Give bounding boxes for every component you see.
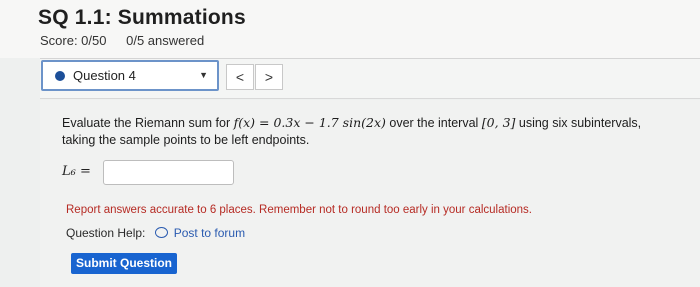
question-text-middle: over the interval <box>385 116 482 130</box>
post-to-forum-link[interactable]: Post to forum <box>174 226 245 240</box>
page-title: SQ 1.1: Summations <box>38 6 246 29</box>
function-expression: f(x) = 0.3x − 1.7 sin(2x) <box>233 115 386 130</box>
question-text-before: Evaluate the Riemann sum for <box>62 116 234 130</box>
accuracy-note: Report answers accurate to 6 places. Rem… <box>66 204 532 216</box>
question-help-label: Question Help: <box>66 226 146 240</box>
answered-count: 0/5 answered <box>126 33 205 48</box>
submit-question-button[interactable]: Submit Question <box>71 253 177 274</box>
prev-question-button[interactable]: < <box>226 64 254 90</box>
score-text: Score: 0/50 <box>40 33 107 48</box>
question-text: Evaluate the Riemann sum for f(x) = 0.3x… <box>62 114 662 149</box>
question-select[interactable]: Question 4 ▼ <box>41 60 219 91</box>
status-dot-icon <box>55 71 65 81</box>
chat-bubble-icon <box>154 227 168 238</box>
interval-expression: [0, 3] <box>481 115 516 130</box>
answer-input[interactable] <box>103 160 234 185</box>
question-help: Question Help: Post to forum <box>66 226 245 240</box>
question-select-label: Question 4 <box>73 68 136 83</box>
answer-label: L₆ = <box>62 164 91 179</box>
chevron-down-icon: ▼ <box>199 70 208 80</box>
next-question-button[interactable]: > <box>255 64 283 90</box>
score-line: Score: 0/50 0/5 answered <box>40 33 204 48</box>
